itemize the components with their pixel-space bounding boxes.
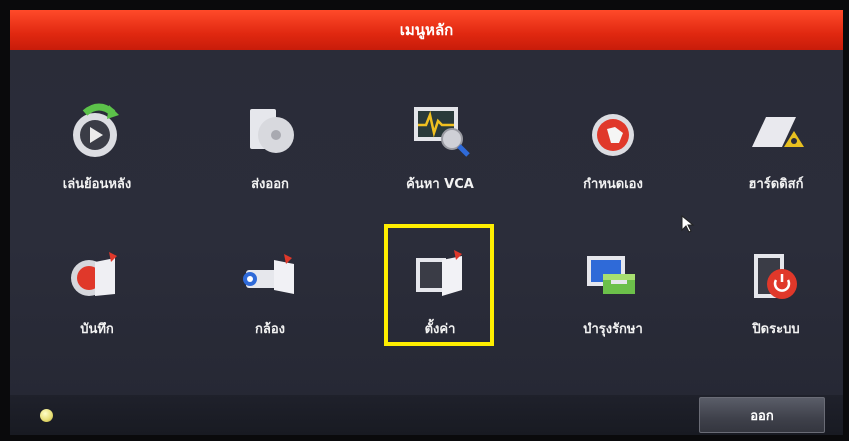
- playback-icon: [65, 99, 129, 163]
- menu-item-custom[interactable]: กำหนดเอง: [553, 95, 673, 205]
- menu-item-export[interactable]: ส่งออก: [210, 95, 330, 205]
- menu-label: ฮาร์ดดิสก์: [748, 177, 804, 192]
- camera-icon: [238, 244, 302, 308]
- record-icon: [65, 244, 129, 308]
- custom-icon: [581, 99, 645, 163]
- menu-label: กล้อง: [255, 322, 285, 337]
- menu-item-record[interactable]: บันทึก: [37, 240, 157, 350]
- menu-item-camera[interactable]: กล้อง: [210, 240, 330, 350]
- menu-label: ค้นหา VCA: [406, 177, 474, 192]
- menu-label: เล่นย้อนหลัง: [62, 177, 132, 192]
- menu-label: ปิดระบบ: [752, 322, 800, 337]
- status-indicator-icon: [40, 409, 53, 422]
- menu-label: กำหนดเอง: [583, 177, 643, 192]
- menu-item-hdd[interactable]: ฮาร์ดดิสก์: [716, 95, 836, 205]
- mouse-cursor-icon: [681, 215, 695, 233]
- menu-item-vca-search[interactable]: ค้นหา VCA: [380, 95, 500, 205]
- vca-search-icon: [408, 99, 472, 163]
- exit-button[interactable]: ออก: [699, 397, 825, 433]
- menu-item-shutdown[interactable]: ปิดระบบ: [716, 240, 836, 350]
- shutdown-icon: [744, 244, 808, 308]
- window-title: เมนูหลัก: [399, 21, 454, 39]
- title-bar: เมนูหลัก: [10, 10, 843, 50]
- selection-highlight: [384, 224, 494, 346]
- menu-label: ส่งออก: [251, 177, 289, 192]
- menu-item-maintenance[interactable]: บำรุงรักษา: [553, 240, 673, 350]
- maintenance-icon: [581, 244, 645, 308]
- menu-grid: เล่นย้อนหลัง ส่งออก ค้นหา VCA กำหนดเอง ฮ…: [10, 50, 843, 395]
- menu-label: บำรุงรักษา: [583, 322, 643, 337]
- menu-item-playback[interactable]: เล่นย้อนหลัง: [37, 95, 157, 205]
- main-menu-screen: เมนูหลัก เล่นย้อนหลัง ส่งออก ค้นหา VCA ก…: [10, 10, 843, 435]
- menu-label: บันทึก: [80, 322, 114, 337]
- exit-button-label: ออก: [750, 408, 774, 424]
- export-icon: [238, 99, 302, 163]
- bottom-bar: ออก: [10, 395, 843, 435]
- hdd-icon: [744, 99, 808, 163]
